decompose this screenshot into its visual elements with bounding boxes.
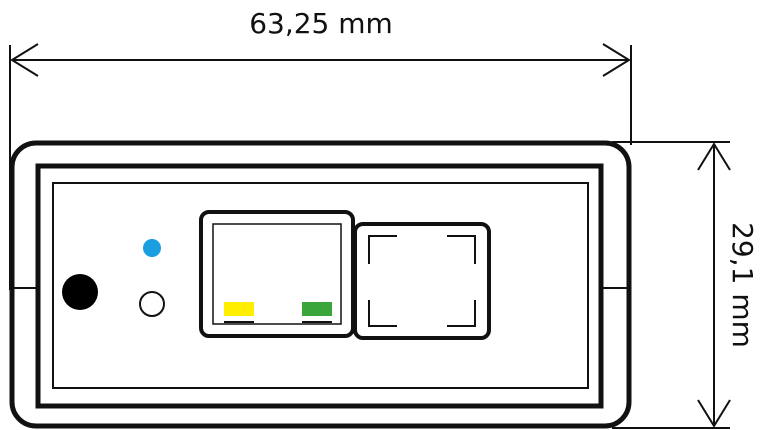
ethernet-port-outer bbox=[199, 210, 355, 338]
reset-button-icon bbox=[139, 291, 165, 317]
width-label: 63,25 mm bbox=[249, 7, 393, 40]
ethernet-led-yellow-icon bbox=[224, 302, 254, 316]
height-dimension: 29,1 mm bbox=[612, 141, 759, 429]
second-port-outer bbox=[353, 222, 491, 340]
second-port-icon bbox=[353, 222, 491, 340]
power-button-icon bbox=[62, 274, 98, 310]
height-label: 29,1 mm bbox=[726, 222, 759, 348]
device-front-view-diagram: 63,25 mm 29,1 mm bbox=[9, 7, 759, 429]
status-led-blue-icon bbox=[143, 239, 161, 257]
ethernet-port-icon bbox=[199, 210, 355, 338]
ethernet-led-green-icon bbox=[302, 302, 332, 316]
